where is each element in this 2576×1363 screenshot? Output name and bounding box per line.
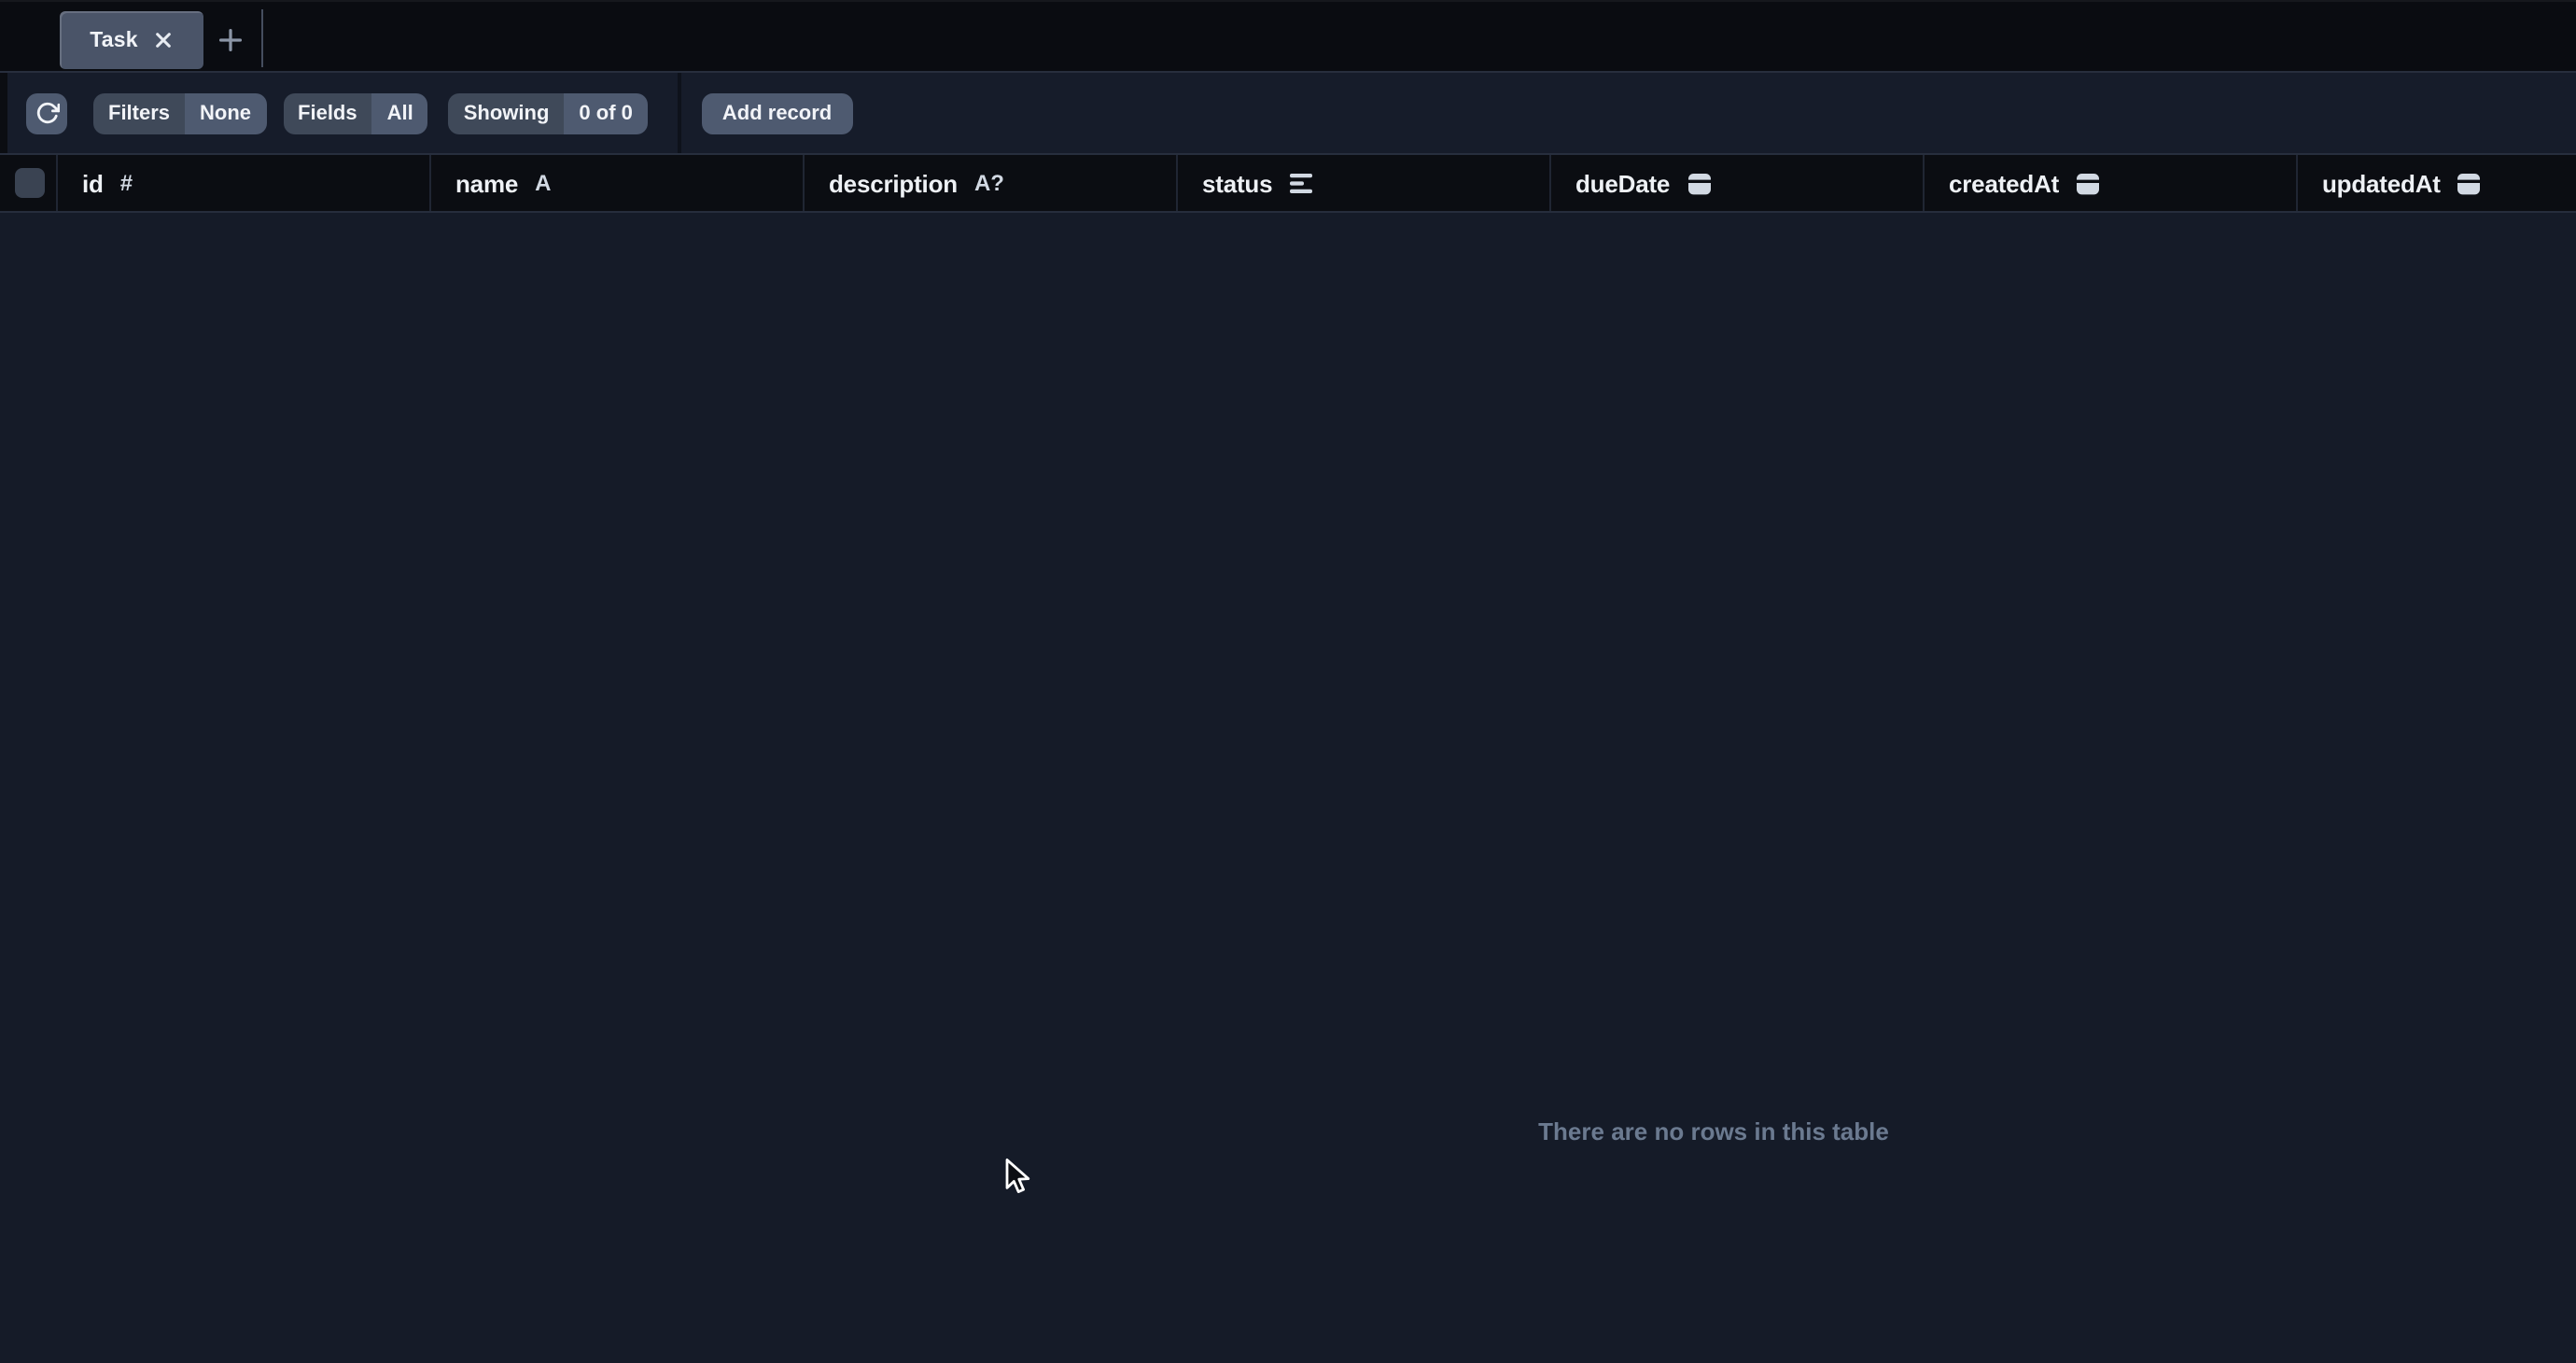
- calendar-icon: [2457, 171, 2482, 195]
- column-label: updatedAt: [2322, 169, 2441, 197]
- refresh-icon: [35, 101, 59, 125]
- select-all-cell: [0, 155, 58, 211]
- column-header-status[interactable]: status: [1178, 155, 1551, 211]
- number-type-icon: #: [120, 170, 133, 196]
- tab-task[interactable]: Task: [59, 11, 203, 69]
- fields-label: Fields: [283, 92, 372, 133]
- column-label: dueDate: [1575, 169, 1670, 197]
- table-body[interactable]: [0, 213, 2576, 1363]
- filters-label: Filters: [93, 92, 185, 133]
- calendar-icon: [2076, 171, 2100, 195]
- select-all-checkbox[interactable]: [15, 168, 45, 198]
- close-tab-icon[interactable]: [155, 32, 172, 49]
- column-header-updatedAt[interactable]: updatedAt: [2298, 155, 2576, 211]
- prisma-studio-app: Task Filters None F: [0, 0, 2576, 1363]
- column-header-dueDate[interactable]: dueDate: [1551, 155, 1925, 211]
- column-header-createdAt[interactable]: createdAt: [1925, 155, 2298, 211]
- toolbar-divider: [678, 73, 681, 153]
- fields-value-badge: All: [372, 92, 428, 133]
- add-record-button[interactable]: Add record: [702, 92, 852, 133]
- new-tab-button[interactable]: [207, 17, 252, 62]
- filters-button[interactable]: Filters None: [93, 92, 266, 133]
- refresh-button[interactable]: [26, 92, 67, 133]
- column-header-name[interactable]: name A: [431, 155, 805, 211]
- table-header: id # name A description A? status dueDat…: [0, 155, 2576, 213]
- showing-button[interactable]: Showing 0 of 0: [449, 92, 648, 133]
- column-label: createdAt: [1949, 169, 2059, 197]
- tab-bar: Task: [0, 0, 2576, 73]
- tab-bar-divider: [260, 9, 262, 67]
- column-label: id: [82, 169, 104, 197]
- empty-table-message: There are no rows in this table: [1538, 1117, 1889, 1145]
- showing-label: Showing: [449, 92, 565, 133]
- nullable-text-type-icon: A?: [974, 170, 1004, 196]
- calendar-icon: [1687, 171, 1711, 195]
- column-header-description[interactable]: description A?: [805, 155, 1178, 211]
- showing-count-badge: 0 of 0: [564, 92, 647, 133]
- plus-icon: [217, 27, 242, 51]
- fields-button[interactable]: Fields All: [283, 92, 428, 133]
- column-label: name: [455, 169, 518, 197]
- filters-value-badge: None: [185, 92, 266, 133]
- column-label: description: [829, 169, 958, 197]
- enum-type-icon: [1289, 173, 1313, 193]
- column-header-id[interactable]: id #: [58, 155, 431, 211]
- text-type-icon: A: [535, 170, 551, 196]
- toolbar-left-edge: [0, 73, 7, 153]
- tab-task-label: Task: [90, 29, 138, 51]
- toolbar: Filters None Fields All Showing 0 of 0 A…: [0, 73, 2576, 155]
- column-label: status: [1202, 169, 1272, 197]
